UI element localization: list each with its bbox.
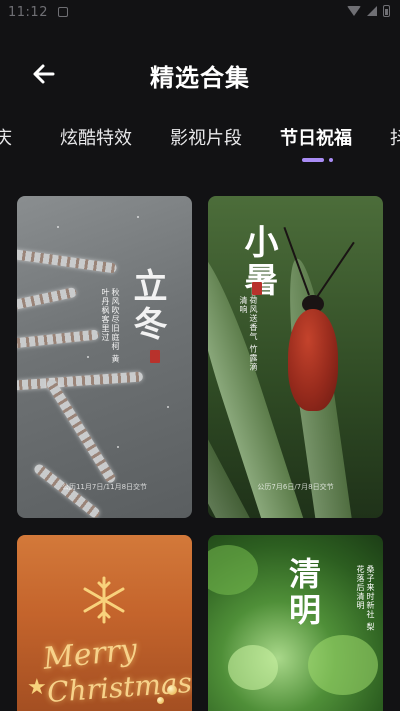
tab-partial-right[interactable]: 抖 — [390, 124, 400, 150]
leaf-cluster — [308, 635, 378, 695]
battery-icon — [383, 5, 390, 17]
frosted-branch — [17, 329, 100, 349]
active-tab-indicator — [302, 158, 324, 162]
page-title: 精选合集 — [150, 64, 250, 92]
snowflake — [87, 356, 89, 358]
star-icon: ★ — [27, 675, 47, 700]
frosted-branch — [17, 248, 118, 274]
category-tabs: 庆 炫酷特效 影视片段 节日祝福 抖 — [0, 118, 400, 168]
active-tab-dot — [329, 158, 333, 162]
card-footer: 公历11月7日/11月8日交节 — [61, 483, 148, 491]
card-footer: 公历7月6日/7月8日交节 — [257, 483, 334, 491]
notification-icon — [58, 7, 68, 17]
template-card-lidong[interactable]: 立冬 秋风吹尽旧庭柯 黄叶丹枫客里过 公历11月7日/11月8日交节 — [17, 196, 192, 518]
red-beetle — [280, 227, 355, 411]
frosted-branch — [44, 377, 118, 485]
card-poem: 荷风送香气 竹露滴清响 — [239, 296, 258, 372]
leaf-cluster — [208, 545, 258, 595]
ornament-ball — [157, 697, 164, 704]
header: 精选合集 — [0, 50, 400, 98]
snowflake — [137, 216, 139, 218]
leaf-cluster — [228, 645, 278, 690]
template-card-qingming[interactable]: 清明 桑子来时新社 梨花落后清明 — [208, 535, 383, 711]
status-bar: 11:12 — [0, 0, 400, 28]
status-icons — [347, 5, 390, 17]
seal-stamp — [150, 350, 160, 363]
signal-icon — [367, 6, 377, 16]
tab-film-clips[interactable]: 影视片段 — [170, 124, 242, 150]
snowflake-icon — [83, 576, 125, 624]
card-title: 立冬 — [127, 268, 167, 344]
wifi-icon — [347, 6, 361, 16]
tab-holiday-wishes[interactable]: 节日祝福 — [280, 124, 352, 150]
frosted-branch — [17, 371, 144, 391]
ornament-ball — [167, 685, 177, 695]
tab-cool-effects[interactable]: 炫酷特效 — [60, 124, 132, 150]
template-card-xiaoshu[interactable]: 小暑 荷风送香气 竹露滴清响 公历7月6日/7月8日交节 — [208, 196, 383, 518]
card-poem: 桑子来时新社 梨花落后清明 — [356, 565, 375, 632]
snowflake — [117, 446, 119, 448]
template-card-christmas[interactable]: Merry Christmas ★ — [17, 535, 192, 711]
tab-partial-left[interactable]: 庆 — [0, 124, 12, 150]
seal-stamp — [252, 282, 262, 295]
card-title: 清明 — [284, 557, 322, 629]
snowflake — [167, 406, 169, 408]
frosted-branch — [17, 286, 78, 312]
snowflake — [57, 226, 59, 228]
card-poem: 秋风吹尽旧庭柯 黄叶丹枫客里过 — [101, 288, 120, 364]
status-time: 11:12 — [8, 5, 48, 20]
